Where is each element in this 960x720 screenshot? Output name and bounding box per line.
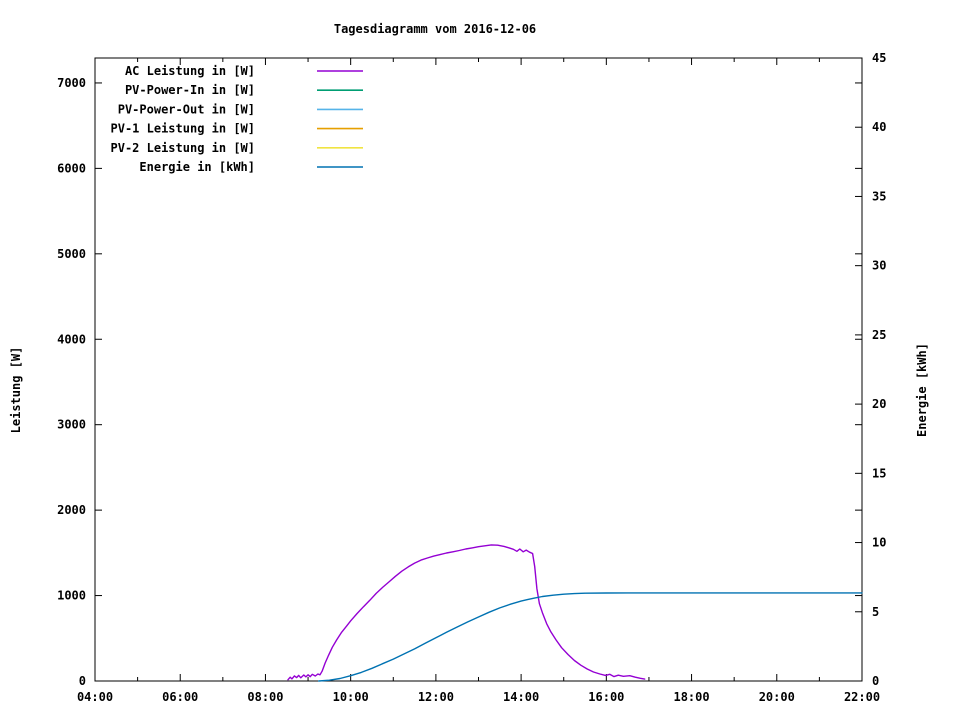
y-right-tick-label: 25 bbox=[872, 328, 886, 342]
y-left-tick-label: 2000 bbox=[57, 503, 86, 517]
y-right-tick-label: 45 bbox=[872, 51, 886, 65]
x-tick-label: 08:00 bbox=[247, 690, 283, 704]
x-tick-label: 16:00 bbox=[588, 690, 624, 704]
x-tick-label: 22:00 bbox=[844, 690, 880, 704]
x-tick-label: 12:00 bbox=[418, 690, 454, 704]
y-right-tick-label: 35 bbox=[872, 189, 886, 203]
y-right-tick-label: 30 bbox=[872, 259, 886, 273]
legend-label: PV-Power-In in [W] bbox=[125, 83, 255, 97]
x-tick-label: 04:00 bbox=[77, 690, 113, 704]
legend-label: AC Leistung in [W] bbox=[125, 64, 255, 78]
y-right-tick-label: 40 bbox=[872, 120, 886, 134]
series-line-ac-leistung-in-w bbox=[287, 544, 646, 681]
x-tick-label: 10:00 bbox=[333, 690, 369, 704]
y-left-tick-label: 5000 bbox=[57, 247, 86, 261]
y-right-tick-label: 0 bbox=[872, 674, 879, 688]
y-left-tick-label: 7000 bbox=[57, 76, 86, 90]
legend-label: PV-1 Leistung in [W] bbox=[111, 122, 256, 136]
series-line-energie-in-kwh bbox=[318, 592, 863, 682]
legend-label: PV-2 Leistung in [W] bbox=[111, 141, 256, 155]
legend-label: Energie in [kWh] bbox=[139, 160, 255, 174]
y-right-tick-label: 20 bbox=[872, 397, 886, 411]
y-left-tick-label: 0 bbox=[79, 674, 86, 688]
x-tick-label: 20:00 bbox=[759, 690, 795, 704]
chart-canvas: 04:00 06:00 08:00 10:00 12:00 14:00 16:00 18:00… bbox=[57, 51, 886, 704]
y-right-tick-label: 15 bbox=[872, 466, 886, 480]
y-left-tick-label: 3000 bbox=[57, 418, 86, 432]
y-right-tick-label: 10 bbox=[872, 536, 886, 550]
x-tick-label: 14:00 bbox=[503, 690, 539, 704]
x-tick-label: 18:00 bbox=[673, 690, 709, 704]
x-tick-label: 06:00 bbox=[162, 690, 198, 704]
y-left-tick-label: 1000 bbox=[57, 589, 86, 603]
plot-page: Tagesdiagramm vom 2016-12-06 Leistung [W… bbox=[0, 0, 960, 720]
y-right-tick-label: 5 bbox=[872, 605, 879, 619]
y-left-tick-label: 4000 bbox=[57, 332, 86, 346]
y-left-tick-label: 6000 bbox=[57, 161, 86, 175]
legend-label: PV-Power-Out in [W] bbox=[118, 102, 255, 116]
